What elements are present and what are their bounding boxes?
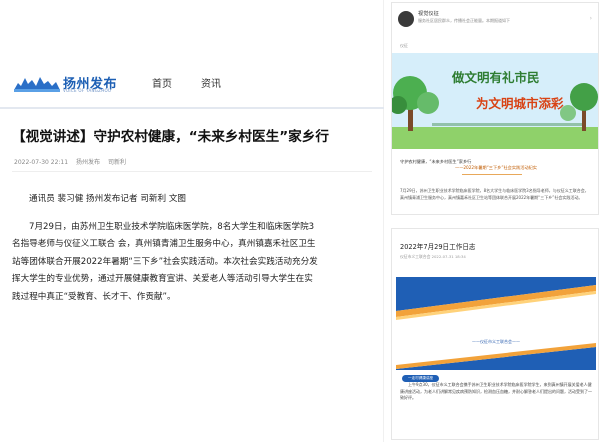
account-name: 视觉仪征: [418, 11, 439, 17]
preview-subtitle: ——2022年暑期“三下乡”社会实践活动纪实: [455, 165, 537, 170]
header-divider: [0, 107, 384, 109]
article-page: 扬州发布 VOICE OF YANGZHOU 首页 资讯 【视觉讲述】守护农村健…: [0, 0, 384, 442]
site-header: 扬州发布 VOICE OF YANGZHOU 首页 资讯: [0, 58, 384, 108]
banner-slogan-1: 做文明有礼市民: [452, 70, 540, 85]
banner-slogan-2: 为文明城市添彩: [476, 96, 564, 111]
hero-stripes: [396, 277, 596, 370]
logo-subtitle: VOICE OF YANGZHOU: [63, 88, 112, 93]
article-paragraph: 7月29日，由苏州卫生职业技术学院临床医学院，8名大学生和临床医学院3 名指导老…: [12, 219, 374, 306]
log-title: 2022年7月29日工作日志: [400, 243, 476, 251]
paragraph-line: 挥大学生的专业优势，通过开展健康教育宣讲、关爱老人等活动引导大学生在实: [12, 274, 313, 285]
wechat-article-preview-bottom[interactable]: 2022年7月29日工作日志 仪征市义工联合会 2022-07-31 18:34…: [391, 228, 599, 440]
article-byline: 通讯员 裴习健 扬州发布记者 司新利 文图: [29, 194, 187, 204]
article-source[interactable]: 扬州发布: [76, 159, 100, 166]
log-meta: 仪征市义工联合会 2022-07-31 18:34: [400, 254, 466, 259]
meta-divider: [12, 171, 372, 172]
account-header[interactable]: 视觉仪征 服务社区居民群众，传播社会正能量。本期报道如下 ›: [398, 9, 594, 39]
hero-caption: ——仪征市义工联合会——: [472, 339, 520, 344]
article-meta: 2022-07-30 22:11 扬州发布 司新利: [14, 157, 132, 166]
avatar[interactable]: [398, 11, 414, 27]
account-description: 服务社区居民群众，传播社会正能量。本期报道如下: [418, 18, 510, 23]
log-paragraph: 上午9点30，仪征市义工联合会携手苏州卫生职业技术学院临床医学院学生，来到真州镇…: [400, 382, 592, 400]
preview-paragraph: 7月29日，苏州卫生职业技术学院临床医学院，8名大学生与临床医学院3名指导老师，…: [400, 188, 589, 200]
article-editor: 司新利: [107, 159, 126, 166]
article-title: 【视觉讲述】守护农村健康，“未来乡村医生”家乡行: [12, 129, 329, 145]
paragraph-line: 站等团体联合开展2022年暑期“三下乡”社会实践活动。本次社会实践活动充分发: [12, 256, 318, 267]
wechat-article-preview-top[interactable]: 视觉仪征 服务社区居民群众，传播社会正能量。本期报道如下 › 仪征 做文明有礼市…: [391, 2, 599, 215]
paragraph-line: 名指导老师与仪征义工联合 会，真州镇青浦卫生服务中心，真州镇嘉禾社区卫生: [12, 239, 316, 250]
section-tag: 仪征: [400, 43, 408, 48]
paragraph-line: 践过程中真正“受教育、长才干、作贡献”。: [12, 291, 176, 302]
divider-line: [462, 174, 522, 175]
article-datetime: 2022-07-30 22:11: [14, 159, 69, 166]
site-logo[interactable]: 扬州发布 VOICE OF YANGZHOU: [14, 72, 124, 96]
chevron-right-icon[interactable]: ›: [590, 15, 592, 22]
preview-title: 守护农村健康，“未来乡村医生”家乡行 ——2022年暑期“三下乡”社会实践活动纪…: [400, 159, 592, 171]
hero-graphic: ——仪征市义工联合会——: [396, 277, 596, 370]
civilization-banner: 做文明有礼市民 为文明城市添彩: [392, 53, 598, 149]
nav-news[interactable]: 资讯: [201, 75, 221, 90]
nav-home[interactable]: 首页: [152, 75, 172, 90]
paragraph-line: 7月29日，由苏州卫生职业技术学院临床医学院，8名大学生和临床医学院3: [29, 222, 315, 232]
skyline-logo-icon: [14, 77, 60, 92]
section-pill: 一走村健康讲座: [402, 375, 440, 382]
